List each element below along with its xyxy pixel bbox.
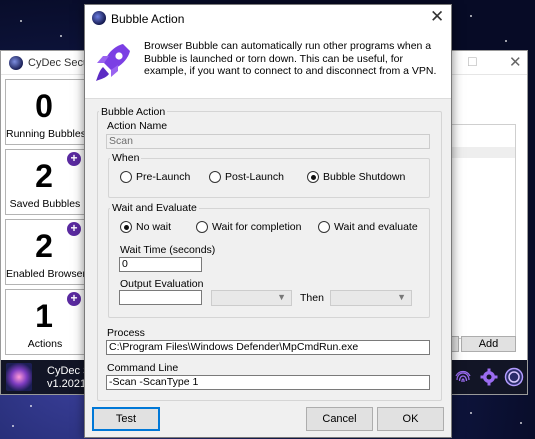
actions-list[interactable] bbox=[451, 124, 516, 339]
command-line-field[interactable]: -Scan -ScanType 1 bbox=[106, 375, 430, 390]
radio-label: Post-Launch bbox=[225, 171, 284, 183]
dialog-header: Browser Bubble can automatically run oth… bbox=[85, 31, 451, 99]
process-field[interactable]: C:\Program Files\Windows Defender\MpCmdR… bbox=[106, 340, 430, 355]
fingerprint-icon[interactable] bbox=[453, 367, 473, 387]
radio-selected-dot bbox=[310, 174, 316, 180]
radio-circle bbox=[196, 221, 208, 233]
tile-actions[interactable]: + 1 Actions bbox=[5, 289, 85, 355]
cancel-button[interactable]: Cancel bbox=[306, 407, 373, 431]
then-action-dropdown[interactable]: ▼ bbox=[330, 290, 412, 306]
radio-no-wait[interactable]: No wait bbox=[120, 221, 171, 235]
star bbox=[520, 422, 522, 424]
when-label: When bbox=[110, 152, 142, 164]
add-button[interactable]: Add bbox=[461, 336, 516, 352]
radio-pre-launch[interactable]: Pre-Launch bbox=[120, 171, 190, 185]
output-evaluation-label: Output Evaluation bbox=[120, 278, 204, 290]
power-ring-icon[interactable] bbox=[504, 367, 524, 387]
close-icon[interactable]: ✕ bbox=[509, 53, 522, 71]
star bbox=[12, 425, 14, 427]
star bbox=[20, 20, 22, 22]
tile-count: 2 bbox=[35, 158, 53, 194]
ok-button[interactable]: OK bbox=[377, 407, 444, 431]
radio-circle bbox=[120, 221, 132, 233]
radio-label: Pre-Launch bbox=[136, 171, 191, 183]
test-button[interactable]: Test bbox=[92, 407, 160, 431]
bubble-action-dialog: Bubble Action ✕ Browser Bubble can autom… bbox=[84, 4, 452, 438]
radio-circle bbox=[307, 171, 319, 183]
tile-label: Running Bubbles bbox=[6, 128, 86, 140]
tile-count: 1 bbox=[35, 298, 53, 334]
tile-label: Saved Bubbles bbox=[9, 198, 81, 210]
radio-selected-dot bbox=[123, 224, 129, 230]
star bbox=[30, 405, 32, 407]
rocket-icon bbox=[96, 44, 130, 81]
close-icon[interactable]: ✕ bbox=[430, 8, 444, 26]
chevron-down-icon: ▼ bbox=[277, 292, 286, 302]
app-logo-icon bbox=[92, 11, 106, 25]
action-name-field[interactable]: Scan bbox=[106, 134, 430, 149]
star bbox=[60, 35, 62, 37]
action-name-label: Action Name bbox=[107, 120, 168, 132]
radio-post-launch[interactable]: Post-Launch bbox=[209, 171, 284, 185]
list-item[interactable] bbox=[452, 147, 515, 158]
star bbox=[470, 15, 472, 17]
dialog-titlebar: Bubble Action ✕ bbox=[85, 5, 451, 31]
wait-time-field[interactable]: 0 bbox=[119, 257, 202, 272]
dialog-description: Browser Bubble can automatically run oth… bbox=[144, 40, 437, 77]
radio-label: Wait and evaluate bbox=[334, 221, 418, 233]
radio-label: Bubble Shutdown bbox=[323, 171, 406, 183]
tile-label: Enabled Browsers bbox=[6, 268, 92, 280]
radio-bubble-shutdown[interactable]: Bubble Shutdown bbox=[307, 171, 405, 185]
radio-wait-for-completion[interactable]: Wait for completion bbox=[196, 221, 301, 235]
radio-circle bbox=[120, 171, 132, 183]
tile-label: Actions bbox=[27, 338, 63, 350]
tile-saved-bubbles[interactable]: + 2 Saved Bubbles bbox=[5, 149, 85, 215]
app-logo-icon bbox=[9, 56, 23, 70]
star bbox=[470, 412, 472, 414]
radio-wait-and-evaluate[interactable]: Wait and evaluate bbox=[318, 221, 418, 235]
tile-running-bubbles[interactable]: 0 Running Bubbles bbox=[5, 79, 86, 145]
radio-circle bbox=[318, 221, 330, 233]
then-label: Then bbox=[300, 292, 324, 304]
star bbox=[505, 40, 507, 42]
wait-time-label: Wait Time (seconds) bbox=[120, 244, 216, 256]
gear-icon[interactable] bbox=[479, 367, 499, 387]
radio-label: Wait for completion bbox=[212, 221, 302, 233]
command-line-label: Command Line bbox=[107, 362, 179, 374]
maximize-icon[interactable]: ☐ bbox=[467, 55, 478, 69]
brand-logo bbox=[6, 363, 32, 391]
process-label: Process bbox=[107, 327, 145, 339]
chevron-down-icon: ▼ bbox=[397, 292, 406, 302]
wait-evaluate-label: Wait and Evaluate bbox=[110, 202, 199, 214]
tile-count: 0 bbox=[35, 88, 53, 124]
group-title: Bubble Action bbox=[99, 106, 168, 118]
dialog-title: Bubble Action bbox=[111, 12, 185, 26]
radio-circle bbox=[209, 171, 221, 183]
output-evaluation-field[interactable] bbox=[119, 290, 202, 305]
tile-enabled-browsers[interactable]: + 2 Enabled Browsers bbox=[5, 219, 92, 285]
radio-label: No wait bbox=[136, 221, 172, 233]
evaluation-operator-dropdown[interactable]: ▼ bbox=[211, 290, 292, 306]
tile-count: 2 bbox=[35, 228, 53, 264]
